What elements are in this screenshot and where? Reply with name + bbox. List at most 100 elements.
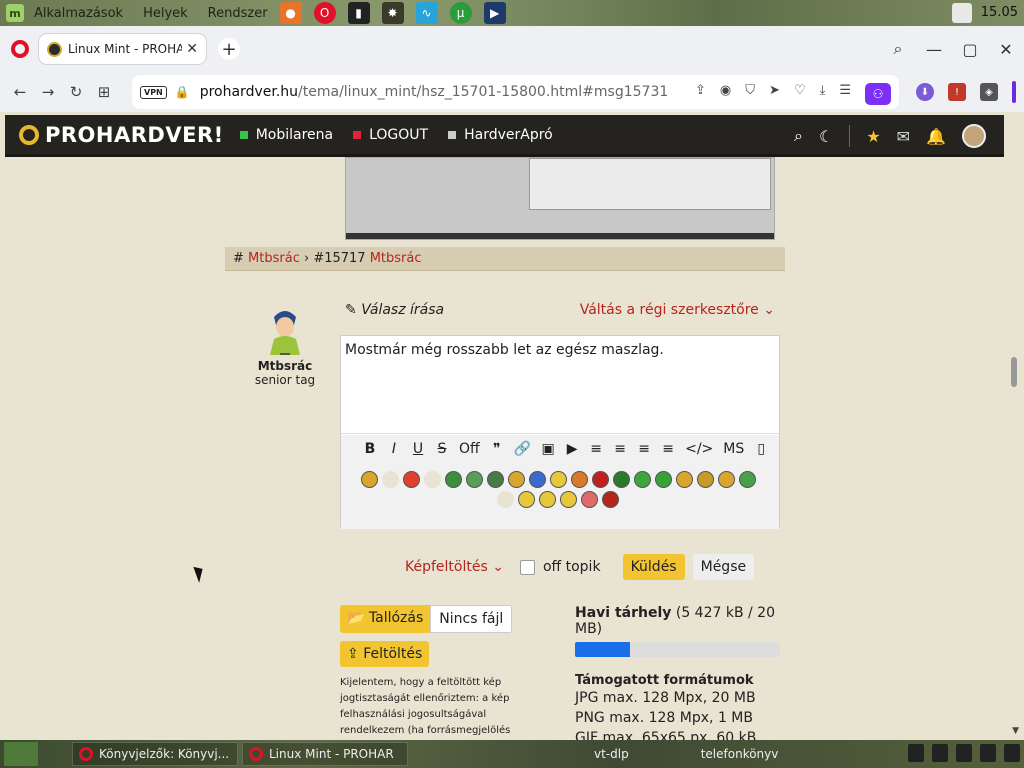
- embedded-screenshot-image[interactable]: [345, 157, 775, 240]
- toolbar-button-10[interactable]: ≡: [613, 441, 627, 457]
- switch-editor-link[interactable]: Váltás a régi szerkesztőre ⌄: [580, 302, 775, 318]
- close-tab-icon[interactable]: ✕: [186, 41, 198, 57]
- toolbar-button-14[interactable]: MS: [723, 441, 744, 457]
- smiley-icon[interactable]: [402, 471, 420, 488]
- toolbar-button-1[interactable]: I: [387, 441, 401, 457]
- utorrent-launcher-icon[interactable]: µ: [449, 2, 472, 24]
- smiley-icon[interactable]: [381, 471, 399, 488]
- search-icon[interactable]: ⌕: [794, 126, 803, 146]
- toolbar-button-9[interactable]: ≡: [589, 441, 603, 457]
- smiley-icon[interactable]: [591, 471, 609, 488]
- url-text[interactable]: prohardver.hu/tema/linux_mint/hsz_15701-…: [200, 84, 669, 100]
- mint-menu-icon[interactable]: m: [6, 4, 24, 22]
- toolbar-button-6[interactable]: 🔗: [514, 441, 531, 457]
- clipboard-icon[interactable]: [932, 744, 948, 762]
- menu-system[interactable]: Rendszer: [208, 6, 268, 21]
- download-extension-icon[interactable]: ⬇: [916, 83, 934, 101]
- scrollbar-thumb[interactable]: [1011, 357, 1017, 387]
- favorites-star-icon[interactable]: ★: [866, 127, 880, 146]
- easy-setup-icon[interactable]: ☰: [839, 83, 851, 105]
- reply-editor[interactable]: Mostmár még rosszabb let az egész maszla…: [340, 335, 780, 529]
- tab-active[interactable]: Linux Mint - PROHARDV ✕: [39, 34, 206, 64]
- clock[interactable]: 15.05: [981, 5, 1018, 20]
- user-avatar-figure[interactable]: [260, 307, 310, 355]
- smiley-icon[interactable]: [486, 471, 504, 488]
- menu-places[interactable]: Helyek: [143, 6, 188, 21]
- terminal-launcher-icon[interactable]: ▮: [347, 2, 370, 24]
- prohardver-logo-icon[interactable]: [19, 124, 39, 145]
- heart-icon[interactable]: ♡: [794, 83, 806, 105]
- show-desktop-icon[interactable]: [4, 742, 38, 766]
- toolbar-button-7[interactable]: ▣: [541, 441, 555, 457]
- upload-button[interactable]: ⇪ Feltöltés: [340, 641, 430, 667]
- site-logo[interactable]: PROHARDVER!: [45, 123, 224, 147]
- maximize-icon[interactable]: ▢: [952, 40, 988, 59]
- smiley-icon[interactable]: [675, 471, 693, 488]
- smiley-icon[interactable]: [696, 471, 714, 488]
- taskbar-app-ytdlp[interactable]: vt-dlp: [588, 742, 635, 766]
- smiley-icon[interactable]: [507, 471, 525, 488]
- sidebar-toggle[interactable]: [1012, 81, 1016, 103]
- toolbar-button-2[interactable]: U: [411, 441, 425, 457]
- off-topic-checkbox[interactable]: [519, 559, 535, 575]
- smiley-icon[interactable]: [581, 491, 598, 508]
- smiley-icon[interactable]: [528, 471, 546, 488]
- smiley-icon[interactable]: [612, 471, 630, 488]
- url-bar[interactable]: VPN 🔒 prohardver.hu/tema/linux_mint/hsz_…: [132, 75, 899, 109]
- window-tray-icon[interactable]: [980, 744, 996, 762]
- vpn-badge[interactable]: VPN: [140, 85, 167, 99]
- reload-icon[interactable]: ↻: [62, 83, 90, 101]
- share-icon[interactable]: ⇪: [695, 83, 706, 105]
- opera-menu-icon[interactable]: [11, 40, 29, 58]
- smiley-icon[interactable]: [465, 471, 483, 488]
- taskbar-window-prohardver[interactable]: Linux Mint - PROHAR: [242, 742, 408, 766]
- settings-launcher-icon[interactable]: ✸: [381, 2, 404, 24]
- author-link[interactable]: Mtbsrác: [248, 251, 300, 266]
- adblock-extension-icon[interactable]: !: [948, 83, 966, 101]
- send-icon[interactable]: ➤: [769, 83, 780, 105]
- download-icon[interactable]: ⤓: [820, 83, 826, 105]
- nav-hardverapro[interactable]: HardverApró: [448, 127, 553, 143]
- nav-logout[interactable]: LOGOUT: [353, 127, 428, 143]
- toolbar-button-11[interactable]: ≡: [637, 441, 651, 457]
- menu-apps[interactable]: Alkalmazások: [34, 6, 123, 21]
- user-name[interactable]: Mtbsrác: [245, 359, 325, 373]
- firefox-launcher-icon[interactable]: ●: [279, 2, 302, 24]
- image-upload-toggle[interactable]: Képfeltöltés ⌄: [405, 559, 504, 575]
- monitor-launcher-icon[interactable]: ∿: [415, 2, 438, 24]
- new-tab-button[interactable]: +: [218, 38, 240, 60]
- smiley-icon[interactable]: [549, 471, 567, 488]
- toolbar-button-3[interactable]: S: [435, 441, 449, 457]
- toolbar-button-15[interactable]: ▯: [754, 441, 768, 457]
- smiley-icon[interactable]: [444, 471, 462, 488]
- close-window-icon[interactable]: ✕: [988, 40, 1024, 59]
- opera-launcher-icon[interactable]: O: [313, 2, 336, 24]
- camera-icon[interactable]: ◉: [720, 83, 731, 105]
- nav-mobilarena[interactable]: Mobilarena: [239, 127, 333, 143]
- toolbar-button-0[interactable]: B: [363, 441, 377, 457]
- volume-icon[interactable]: [908, 744, 924, 762]
- shield-icon[interactable]: ⛉: [745, 83, 755, 105]
- smiley-icon[interactable]: [602, 491, 619, 508]
- toolbar-button-8[interactable]: ▶: [565, 441, 579, 457]
- minimize-icon[interactable]: —: [916, 40, 952, 59]
- toolbar-button-4[interactable]: Off: [459, 441, 480, 457]
- post-id[interactable]: #15717: [313, 251, 365, 266]
- file-picker[interactable]: 📂 Tallózás Nincs fájl: [340, 605, 535, 633]
- smiley-icon[interactable]: [570, 471, 588, 488]
- video-launcher-icon[interactable]: ▶: [483, 2, 506, 24]
- smiley-icon[interactable]: [423, 471, 441, 488]
- dark-mode-icon[interactable]: ☾: [819, 127, 833, 146]
- browse-button[interactable]: 📂 Tallózás: [340, 605, 431, 633]
- tray-network-icon[interactable]: [952, 3, 972, 23]
- cancel-button[interactable]: Mégse: [692, 554, 755, 580]
- forward-icon[interactable]: →: [34, 83, 62, 101]
- smiley-icon[interactable]: [654, 471, 672, 488]
- reply-textarea[interactable]: Mostmár még rosszabb let az egész maszla…: [341, 336, 779, 434]
- smiley-icon[interactable]: [738, 471, 756, 488]
- smiley-icon[interactable]: [539, 491, 556, 508]
- taskbar-window-bookmarks[interactable]: Könyvjelzők: Könyvj...: [72, 742, 238, 766]
- smiley-icon[interactable]: [560, 491, 577, 508]
- reply-target-link[interactable]: Mtbsrác: [370, 251, 422, 266]
- toolbar-button-13[interactable]: </>: [685, 441, 713, 457]
